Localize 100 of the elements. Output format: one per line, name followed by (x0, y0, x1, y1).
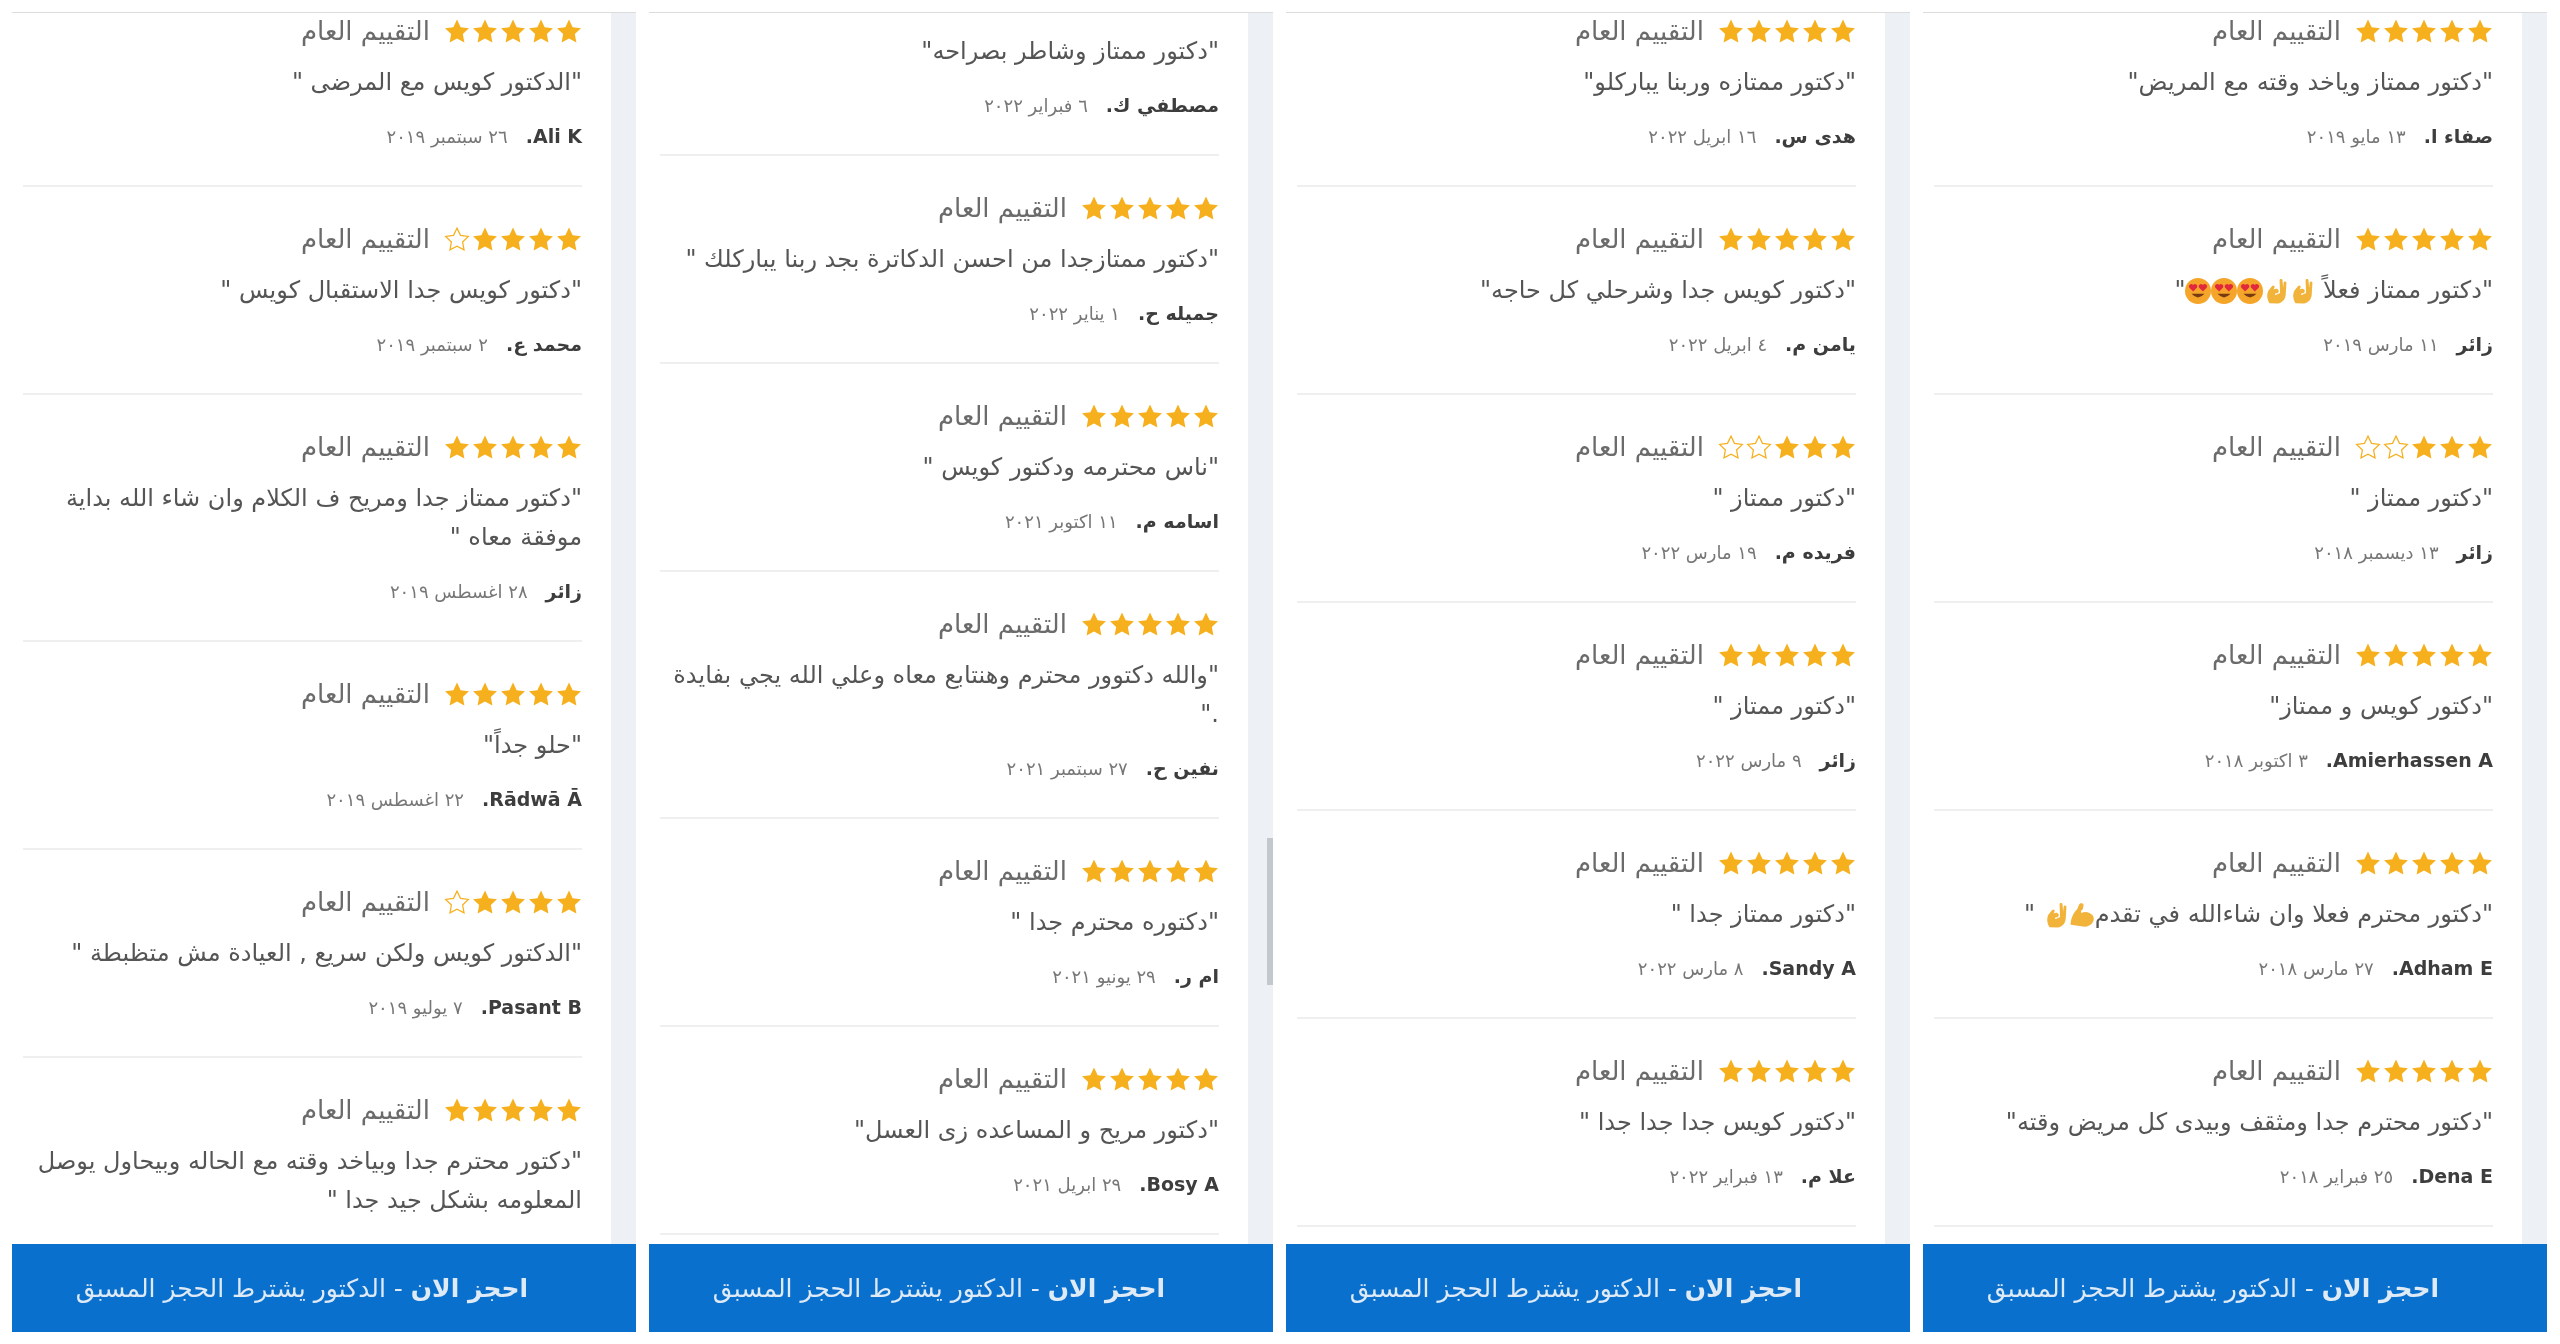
review-text: "دكتور محترم جدا وبياخد وقته مع الحاله وبيحاول يوصل المعلومه بشكل جيد جدا " (37, 1147, 582, 1214)
review-text: "دكتور ممتازجدا من احسن الدكاترة بجد ربنا يباركلك " (685, 245, 1219, 273)
star-icon (2411, 851, 2437, 875)
review-text: " (2174, 276, 2186, 304)
star-icon (556, 1098, 582, 1122)
rating-label: التقييم العام (300, 678, 430, 710)
star-icon (1165, 196, 1191, 220)
star-icon (1802, 19, 1828, 43)
rating-label: التقييم العام (300, 431, 430, 463)
star-icon (472, 1098, 498, 1122)
reviewer-name: هدى س. (1774, 125, 1856, 147)
rating-label: التقييم العام (2211, 431, 2341, 463)
star-icon (1718, 643, 1744, 667)
rating-label: التقييم العام (937, 855, 1067, 887)
review-date: ١١ اكتوبر ٢٠٢١ (1004, 510, 1118, 532)
star-icon (528, 1098, 554, 1122)
rating-label: التقييم العام (300, 886, 430, 918)
review-text: "دكتور ممتاز جدا " (1670, 900, 1856, 928)
star-icon (472, 682, 498, 706)
star-icon (1109, 612, 1135, 636)
heart-eyes-face-icon (2211, 278, 2238, 304)
reviewer-name: فريده م. (1774, 541, 1856, 563)
star-icon (1165, 404, 1191, 428)
review-text: " (2023, 900, 2036, 928)
book-now-button[interactable]: احجز الان - الدكتور يشترط الحجز المسبق (12, 1244, 636, 1332)
star-icon (528, 682, 554, 706)
review-text: "دكتور ممتاز فعلاً (2320, 276, 2493, 304)
review-text: "دكتور كويس جدا جدا جدا " (1579, 1108, 1856, 1136)
reviewer-name: جميله ح. (1138, 302, 1219, 324)
star-icon (1137, 404, 1163, 428)
star-icon (1746, 227, 1772, 251)
rating-label: التقييم العام (300, 1094, 430, 1126)
star-icon (556, 682, 582, 706)
empty-star-icon (444, 227, 470, 251)
star-icon (2383, 19, 2409, 43)
star-icon (2439, 1059, 2465, 1083)
review-date: ٢٨ اغسطس ٢٠١٩ (389, 580, 528, 602)
review-date: ٢٢ اغسطس ٢٠١٩ (326, 788, 465, 810)
review-date: ٢٧ مارس ٢٠١٨ (2258, 957, 2374, 979)
reviewer-name: صفاء ا. (2423, 125, 2493, 147)
star-icon (1746, 643, 1772, 667)
star-icon (2439, 227, 2465, 251)
star-icon (1165, 859, 1191, 883)
rating-label: التقييم العام (1574, 223, 1704, 255)
empty-star-icon (1718, 435, 1744, 459)
star-icon (1137, 612, 1163, 636)
review-text: "الدكتور كويس مع المرضى " (291, 68, 582, 96)
star-icon (1718, 227, 1744, 251)
star-icon (444, 19, 470, 43)
reviewer-name: زائر (2456, 541, 2493, 563)
star-icon (1802, 643, 1828, 667)
reviewer-name: يامن م. (1785, 333, 1856, 355)
review-date: ٢ سبتمبر ٢٠١٩ (376, 333, 488, 355)
star-icon (1081, 1067, 1107, 1091)
star-icon (556, 890, 582, 914)
star-icon (2439, 435, 2465, 459)
empty-star-icon (2355, 435, 2381, 459)
star-icon (1830, 19, 1856, 43)
star-icon (2467, 19, 2493, 43)
star-icon (2355, 851, 2381, 875)
book-now-button[interactable]: احجز الان - الدكتور يشترط الحجز المسبق (649, 1244, 1273, 1332)
star-icon (528, 227, 554, 251)
star-icon (1193, 612, 1219, 636)
review-text: "دكتور كويس جدا وشرحلي كل حاجه" (1480, 276, 1856, 304)
reviewer-name: زائر (1819, 749, 1856, 771)
reviewer-name: زائر (2456, 333, 2493, 355)
star-icon (1830, 851, 1856, 875)
star-icon (1830, 435, 1856, 459)
reviewer-name: Bosy A. (1139, 1173, 1219, 1195)
rating-label: التقييم العام (2211, 1055, 2341, 1087)
star-icon (1774, 643, 1800, 667)
heart-eyes-face-icon (2185, 278, 2212, 304)
scrollbar-thumb[interactable] (1267, 837, 1273, 986)
star-icon (1718, 1059, 1744, 1083)
star-icon (1746, 1059, 1772, 1083)
star-icon (472, 227, 498, 251)
review-text: "الدكتور كويس ولكن سريع , العيادة مش متظبطة " (71, 939, 582, 967)
book-now-button[interactable]: احجز الان - الدكتور يشترط الحجز المسبق (1286, 1244, 1910, 1332)
rating-label: التقييم العام (937, 1063, 1067, 1095)
star-icon (2411, 19, 2437, 43)
star-icon (1137, 1067, 1163, 1091)
reviewer-name: نفين ح. (1145, 757, 1219, 779)
star-icon (444, 1098, 470, 1122)
star-icon (1137, 196, 1163, 220)
review-text: "دكتور كويس جدا الاستقبال كويس " (220, 276, 582, 304)
review-date: ٩ مارس ٢٠٢٢ (1696, 749, 1802, 771)
star-icon (1718, 851, 1744, 875)
star-icon (500, 682, 526, 706)
star-icon (1774, 435, 1800, 459)
star-icon (1193, 859, 1219, 883)
star-icon (1081, 859, 1107, 883)
reviewer-name: Amierhassen A. (2325, 749, 2493, 771)
review-text: "دكتور ممتازه وربنا يباركلو" (1583, 68, 1856, 96)
star-icon (556, 19, 582, 43)
star-icon (500, 890, 526, 914)
book-now-button[interactable]: احجز الان - الدكتور يشترط الحجز المسبق (1923, 1244, 2547, 1332)
review-text: "دكتور ممتاز وشاطر بصراحه" (921, 37, 1219, 65)
star-icon (1193, 196, 1219, 220)
review-date: ١٦ ابريل ٢٠٢٢ (1648, 125, 1757, 147)
reviewer-name: مصطفي ك. (1105, 94, 1219, 116)
